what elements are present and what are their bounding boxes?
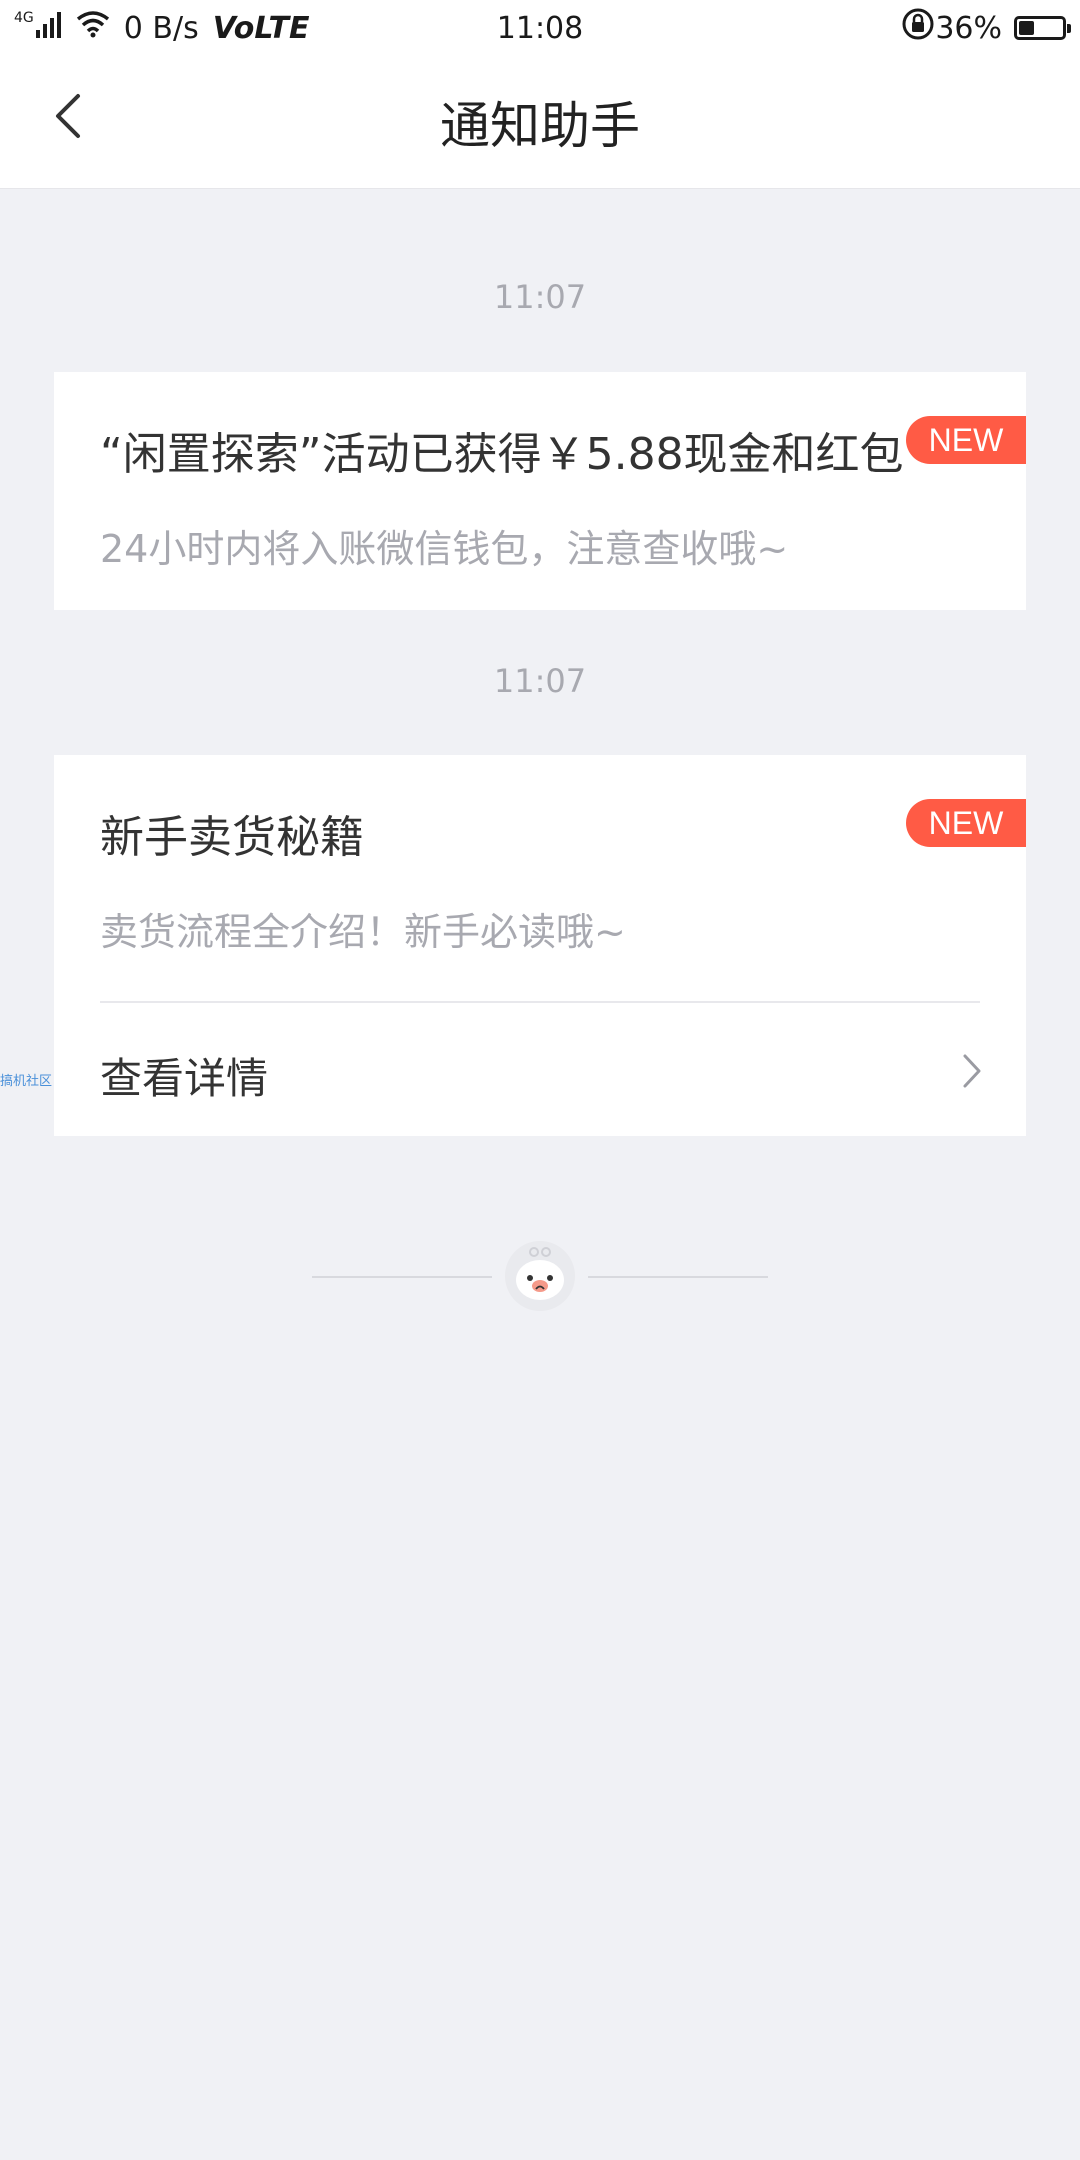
rotation-lock-icon xyxy=(901,7,935,49)
message-title: 新手卖货秘籍 xyxy=(100,812,364,863)
page-title: 通知助手 xyxy=(440,97,640,155)
sad-mascot-icon xyxy=(504,1240,576,1312)
side-watermark: 搞机社区 xyxy=(0,1074,53,1089)
message-card[interactable]: “闲置探索”活动已获得￥5.88现金和红包 NEW 24小时内将入账微信钱包，注… xyxy=(54,372,1026,610)
message-card[interactable]: 新手卖货秘籍 NEW 卖货流程全介绍！新手必读哦~ 查看详情 xyxy=(54,755,1026,1136)
navigation-header: 通知助手 xyxy=(0,56,1080,189)
battery-percent: 36% xyxy=(935,10,1002,46)
message-timestamp: 11:07 xyxy=(493,662,587,700)
message-title: “闲置探索”活动已获得￥5.88现金和红包 xyxy=(100,429,904,480)
chevron-right-icon xyxy=(963,1054,981,1088)
view-details-label: 查看详情 xyxy=(100,1054,269,1103)
message-timestamp: 11:07 xyxy=(493,278,587,316)
battery-level xyxy=(1019,21,1034,35)
new-badge: NEW xyxy=(906,416,1026,464)
view-details-link[interactable]: 查看详情 xyxy=(54,1003,1026,1136)
battery-icon xyxy=(1014,16,1071,40)
status-bar-right: 36% xyxy=(901,0,1071,56)
status-bar: 4G 0 B/s VoLTE 11:08 36% xyxy=(0,0,1080,56)
footer-divider-left xyxy=(312,1276,492,1278)
message-subtitle: 24小时内将入账微信钱包，注意查收哦~ xyxy=(100,527,789,571)
new-badge: NEW xyxy=(906,799,1026,847)
message-subtitle: 卖货流程全介绍！新手必读哦~ xyxy=(100,910,626,954)
footer-divider-right xyxy=(588,1276,768,1278)
